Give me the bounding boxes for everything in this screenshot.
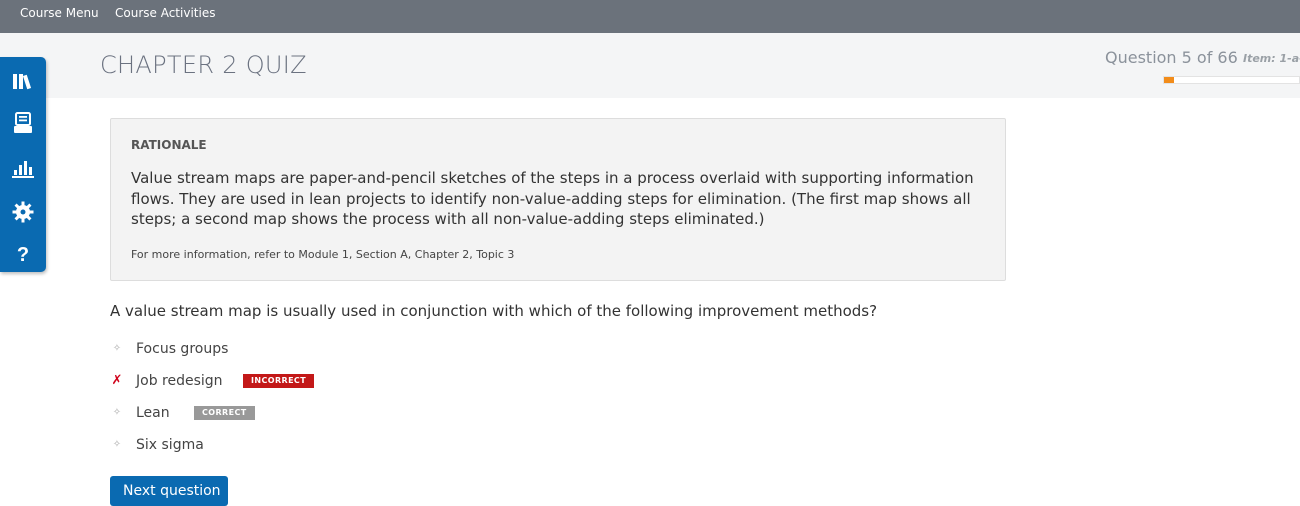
bullet-icon: ✧ <box>112 407 122 418</box>
course-activities-link[interactable]: Course Activities <box>115 6 215 20</box>
rationale-body: Value stream maps are paper-and-pencil s… <box>131 169 974 228</box>
correct-badge: CORRECT <box>194 406 255 420</box>
side-toolbar: ? <box>0 57 46 272</box>
bullet-icon: ✧ <box>112 439 122 450</box>
course-menu-link[interactable]: Course Menu <box>20 6 99 20</box>
rationale-heading: RATIONALE <box>131 138 207 152</box>
question-counter: Question 5 of 66 <box>1105 48 1238 67</box>
bullet-icon: ✧ <box>112 343 122 354</box>
bar-chart-icon[interactable] <box>0 148 46 188</box>
page-title: CHAPTER 2 QUIZ <box>100 51 307 79</box>
help-icon[interactable]: ? <box>0 235 46 275</box>
option-label: Focus groups <box>136 341 229 357</box>
option-label: Job redesign <box>136 373 223 389</box>
archive-box-icon[interactable] <box>0 103 46 143</box>
help-icon-glyph: ? <box>16 243 30 266</box>
gear-icon[interactable] <box>0 192 46 232</box>
progress-fill <box>1164 77 1175 83</box>
option-label: Lean <box>136 405 170 421</box>
option-label: Six sigma <box>136 437 204 453</box>
question-text: A value stream map is usually used in co… <box>110 302 878 320</box>
library-icon[interactable] <box>0 61 46 101</box>
item-reference: Item: 1-a- <box>1243 52 1300 65</box>
next-question-button[interactable]: Next question <box>110 476 228 506</box>
incorrect-x-icon: ✗ <box>111 373 123 388</box>
incorrect-badge: INCORRECT <box>243 374 315 388</box>
top-nav-bar: Course Menu Course Activities <box>0 0 1300 33</box>
quiz-header: CHAPTER 2 QUIZ Question 5 of 66 Item: 1-… <box>0 33 1300 98</box>
rationale-panel: RATIONALE Value stream maps are paper-an… <box>110 118 1006 281</box>
rationale-reference: For more information, refer to Module 1,… <box>131 248 515 261</box>
quiz-progress-bar <box>1163 76 1300 84</box>
